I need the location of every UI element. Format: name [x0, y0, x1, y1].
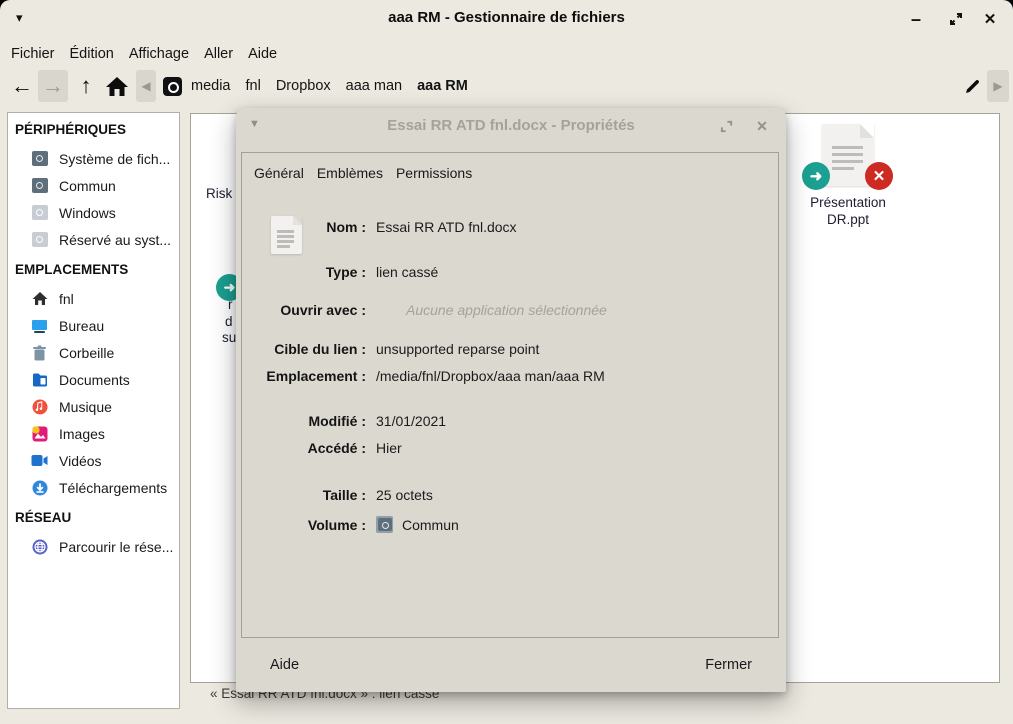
breadcrumb-dropbox[interactable]: Dropbox [276, 78, 331, 94]
sidebar-item-fnl-home[interactable]: fnl [8, 285, 179, 312]
shortcut-emblem-icon: ➜ [802, 162, 830, 190]
sidebar-item-windows[interactable]: Windows [8, 199, 179, 226]
menu-bar: Fichier Édition Affichage Aller Aide [0, 40, 277, 68]
file-label-partial[interactable]: Risk [206, 186, 232, 201]
breadcrumb: media fnl Dropbox aaa man aaa RM [191, 70, 468, 102]
tab-emblemes[interactable]: Emblèmes [317, 165, 383, 181]
field-cible-du-lien: Cible du lien : unsupported reparse poin… [242, 341, 778, 357]
drive-icon [31, 150, 48, 167]
field-emplacement: Emplacement : /media/fnl/Dropbox/aaa man… [242, 368, 778, 384]
open-with-selector[interactable]: Aucune application sélectionnée [406, 302, 607, 318]
dialog-close-button[interactable]: ✕ [750, 115, 774, 137]
field-nom: Nom : Essai RR ATD fnl.docx [242, 219, 778, 235]
pencil-icon [964, 78, 981, 95]
side-pane: PÉRIPHÉRIQUES Système de fich... Commun … [7, 112, 180, 709]
sidebar-item-videos[interactable]: Vidéos [8, 447, 179, 474]
menu-edition[interactable]: Édition [70, 46, 114, 62]
minimize-button[interactable]: – [903, 8, 929, 30]
breadcrumb-fnl[interactable]: fnl [246, 78, 261, 94]
menu-aller[interactable]: Aller [204, 46, 233, 62]
download-icon [31, 479, 48, 496]
home-icon [105, 75, 129, 97]
menu-affichage[interactable]: Affichage [129, 46, 189, 62]
folder-icon [31, 371, 48, 388]
breadcrumb-aaa-man[interactable]: aaa man [346, 78, 402, 94]
field-ouvrir-avec: Ouvrir avec : Aucune application sélecti… [242, 302, 778, 318]
breadcrumb-aaa-rm-current[interactable]: aaa RM [417, 78, 468, 94]
forward-icon: → [42, 75, 64, 97]
section-peripheriques: PÉRIPHÉRIQUES [8, 113, 179, 145]
properties-dialog: ▼ Essai RR ATD fnl.docx - Propriétés ✕ G… [236, 108, 786, 692]
dialog-maximize-button[interactable] [714, 115, 738, 137]
edit-path-button[interactable] [959, 70, 985, 102]
sidebar-item-reserve-au-systeme[interactable]: Réservé au syst... [8, 226, 179, 253]
close-dialog-button[interactable]: Fermer [705, 657, 752, 673]
home-icon [31, 290, 48, 307]
drive-icon [163, 77, 182, 96]
dialog-tabs: Général Emblèmes Permissions [254, 165, 472, 181]
field-accede: Accédé : Hier [242, 440, 778, 456]
maximize-icon [949, 12, 963, 26]
document-icon: ➜ ✕ [822, 124, 874, 186]
drive-icon [31, 231, 48, 248]
maximize-icon [720, 120, 733, 133]
sidebar-item-systeme-de-fichiers[interactable]: Système de fich... [8, 145, 179, 172]
tab-permissions[interactable]: Permissions [396, 165, 472, 181]
forward-button[interactable]: → [38, 70, 68, 102]
back-button[interactable]: ← [8, 70, 36, 102]
file-label-fragment: r [228, 297, 233, 312]
sidebar-item-images[interactable]: Images [8, 420, 179, 447]
help-button[interactable]: Aide [270, 657, 299, 673]
video-icon [31, 452, 48, 469]
menu-aide[interactable]: Aide [248, 46, 277, 62]
dialog-content-panel: Général Emblèmes Permissions Nom : Essai… [241, 152, 779, 638]
sidebar-item-corbeille[interactable]: Corbeille [8, 339, 179, 366]
chevron-left-icon: ◀ [141, 79, 150, 93]
desktop-icon [31, 317, 48, 334]
breadcrumb-collapse-button[interactable]: ◀ [136, 70, 156, 102]
breadcrumb-media[interactable]: media [191, 78, 231, 94]
image-icon [31, 425, 48, 442]
field-modifie: Modifié : 31/01/2021 [242, 413, 778, 429]
sidebar-item-telechargements[interactable]: Téléchargements [8, 474, 179, 501]
breadcrumb-root-button[interactable] [160, 70, 184, 102]
drive-icon [376, 516, 393, 533]
trash-icon [31, 344, 48, 361]
sidebar-item-bureau[interactable]: Bureau [8, 312, 179, 339]
file-manager-window: ▾ aaa RM - Gestionnaire de fichiers – ✕ … [0, 0, 1013, 724]
menu-fichier[interactable]: Fichier [11, 46, 55, 62]
close-button[interactable]: ✕ [977, 8, 1003, 30]
drive-icon [31, 177, 48, 194]
music-icon [31, 398, 48, 415]
field-type: Type : lien cassé [242, 264, 778, 280]
file-label-fragment: d [225, 314, 233, 329]
up-icon: ↑ [81, 75, 92, 97]
window-title: aaa RM - Gestionnaire de fichiers [0, 9, 1013, 26]
back-icon: ← [11, 75, 33, 97]
section-reseau: RÉSEAU [8, 501, 179, 533]
maximize-button[interactable] [943, 8, 969, 30]
title-bar: ▾ aaa RM - Gestionnaire de fichiers – ✕ [0, 0, 1013, 38]
sidebar-item-parcourir-le-reseau[interactable]: Parcourir le rése... [8, 533, 179, 560]
dialog-title: Essai RR ATD fnl.docx - Propriétés [236, 117, 786, 134]
file-label-fragment: su [222, 330, 236, 345]
file-name-label: Présentation DR.ppt [783, 194, 913, 228]
chevron-right-icon: ▶ [993, 79, 1002, 93]
drive-icon [31, 204, 48, 221]
broken-emblem-icon: ✕ [865, 162, 893, 190]
section-emplacements: EMPLACEMENTS [8, 253, 179, 285]
tab-general[interactable]: Général [254, 165, 304, 181]
sidebar-item-musique[interactable]: Musique [8, 393, 179, 420]
file-presentation-dr-ppt[interactable]: ➜ ✕ Présentation DR.ppt [783, 124, 913, 228]
dialog-title-bar: ▼ Essai RR ATD fnl.docx - Propriétés ✕ [236, 108, 786, 144]
up-button[interactable]: ↑ [72, 70, 100, 102]
field-taille: Taille : 25 octets [242, 487, 778, 503]
home-button[interactable] [102, 70, 132, 102]
sidebar-item-documents[interactable]: Documents [8, 366, 179, 393]
breadcrumb-expand-button[interactable]: ▶ [987, 70, 1009, 102]
field-volume: Volume : Commun [242, 516, 778, 533]
network-globe-icon [31, 538, 48, 555]
sidebar-item-commun[interactable]: Commun [8, 172, 179, 199]
toolbar: ← → ↑ ◀ media fnl Dropbox aaa man aaa RM [0, 68, 1013, 106]
